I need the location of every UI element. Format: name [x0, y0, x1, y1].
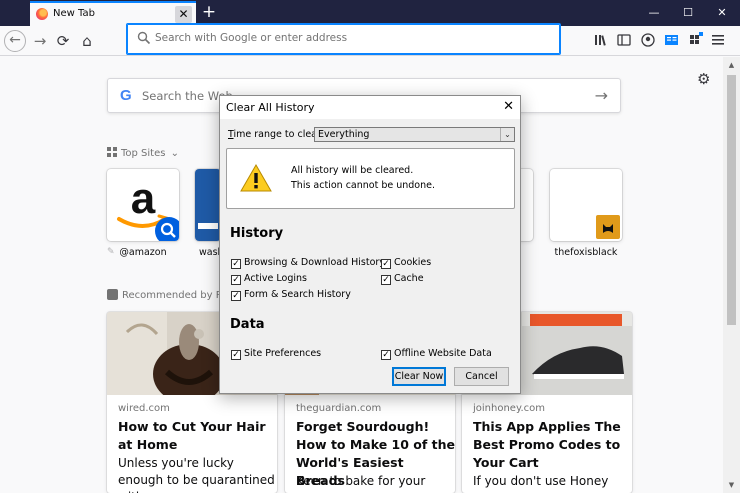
checkbox-browsing-history[interactable]: ✓ Browsing & Download History	[231, 257, 385, 269]
grid-icon	[107, 147, 117, 157]
checkbox[interactable]: ✓	[381, 350, 391, 360]
top-site-label[interactable]: thefoxisblack	[550, 247, 622, 258]
search-submit-icon[interactable]: →	[595, 86, 608, 105]
checkbox-site-preferences[interactable]: ✓ Site Preferences	[231, 348, 321, 360]
time-range-select[interactable]: Everything ⌄	[314, 127, 515, 142]
card-title[interactable]: How to Cut Your Hair at Home	[118, 418, 277, 454]
checkbox[interactable]: ✓	[381, 275, 391, 285]
pocket-icon	[107, 289, 118, 300]
checkbox-label: Active Logins	[244, 273, 307, 284]
scroll-up-icon[interactable]: ▲	[723, 57, 740, 73]
card-excerpt: If you don't use Honey	[473, 474, 609, 488]
url-bar[interactable]: Search with Google or enter address	[126, 23, 561, 55]
url-input[interactable]: Search with Google or enter address	[155, 32, 347, 44]
dialog-title: Clear All History	[226, 101, 315, 114]
warning-icon	[240, 164, 272, 192]
checkbox-cache[interactable]: ✓ Cache	[381, 273, 424, 285]
google-icon: G	[120, 87, 132, 104]
page-scrollbar[interactable]: ▲ ▼	[723, 57, 740, 493]
close-icon[interactable]: ✕	[503, 99, 514, 114]
checkbox-label: Cookies	[394, 257, 432, 268]
search-icon	[137, 31, 151, 45]
cancel-button[interactable]: Cancel	[454, 367, 509, 386]
checkbox[interactable]: ✓	[231, 275, 241, 285]
history-heading: History	[230, 226, 284, 241]
top-site-thefoxisblack[interactable]	[550, 169, 622, 241]
checkbox[interactable]: ✓	[381, 259, 391, 269]
warning-box: All history will be cleared. This action…	[226, 148, 515, 209]
card-source: wired.com	[118, 403, 170, 414]
checkbox-active-logins[interactable]: ✓ Active Logins	[231, 273, 307, 285]
card-source: theguardian.com	[296, 403, 382, 414]
checkbox-label: Site Preferences	[244, 348, 322, 359]
site-screenshot-bar	[198, 223, 218, 229]
top-site-amazon[interactable]: a	[107, 169, 179, 241]
card-excerpt: Unless you're lucky enough to be quarant…	[118, 456, 275, 493]
checkbox-cookies[interactable]: ✓ Cookies	[381, 257, 431, 269]
time-range-value: Everything	[318, 129, 370, 140]
new-tab-button[interactable]: +	[199, 2, 219, 22]
top-sites-heading[interactable]: Top Sites ⌄	[107, 147, 179, 159]
checkbox-label: Cache	[394, 273, 424, 284]
reader-icon[interactable]	[664, 33, 679, 47]
time-range-label-text: ime range to clear:	[233, 129, 324, 140]
data-heading: Data	[230, 317, 265, 332]
forward-button[interactable]: →	[29, 30, 51, 52]
scroll-down-icon[interactable]: ▼	[723, 477, 740, 493]
clear-now-button[interactable]: Clear Now	[392, 367, 446, 386]
minimize-button[interactable]: —	[637, 0, 671, 26]
recommended-label: Recommended by Po	[122, 290, 228, 301]
warning-line-2: This action cannot be undone.	[291, 180, 436, 191]
account-icon[interactable]	[641, 33, 655, 47]
back-button[interactable]: ←	[4, 30, 26, 52]
top-site-label[interactable]: @amazon	[107, 247, 179, 258]
site-screenshot	[195, 169, 221, 241]
checkbox-form-search-history[interactable]: ✓ Form & Search History	[231, 289, 351, 301]
card-title[interactable]: This App Applies The Best Promo Codes to…	[473, 418, 632, 472]
tab-close-icon[interactable]: ✕	[175, 6, 192, 23]
chevron-down-icon[interactable]: ⌄	[171, 148, 179, 159]
checkbox-label: Form & Search History	[244, 289, 351, 300]
checkbox-offline-website-data[interactable]: ✓ Offline Website Data	[381, 348, 492, 360]
library-icon[interactable]	[594, 33, 608, 47]
home-button[interactable]: ⌂	[76, 30, 98, 52]
time-range-label: Time range to clear:	[228, 129, 324, 140]
fox-icon	[596, 215, 620, 239]
top-site-washingtonpost[interactable]	[195, 169, 221, 241]
checkbox[interactable]: ✓	[231, 259, 241, 269]
maximize-button[interactable]: ☐	[671, 0, 705, 26]
svg-text:a: a	[131, 174, 156, 223]
card-excerpt: Keen to bake for your	[296, 474, 426, 488]
warning-line-1: All history will be cleared.	[291, 165, 414, 176]
reload-button[interactable]: ⟳	[52, 30, 74, 52]
chevron-down-icon[interactable]: ⌄	[500, 128, 514, 141]
menu-icon[interactable]	[711, 33, 725, 47]
close-window-button[interactable]: ✕	[705, 0, 739, 26]
clear-history-dialog: Clear All History ✕ Time range to clear:…	[219, 95, 521, 394]
extensions-icon[interactable]	[688, 31, 704, 47]
firefox-icon	[36, 8, 48, 20]
checkbox-label: Browsing & Download History	[244, 257, 385, 268]
amazon-logo-icon: a	[117, 174, 179, 241]
checkbox[interactable]: ✓	[231, 291, 241, 301]
top-sites-label: Top Sites	[121, 148, 166, 159]
checkbox[interactable]: ✓	[231, 350, 241, 360]
sidebar-icon[interactable]	[617, 33, 631, 47]
scroll-thumb[interactable]	[727, 75, 736, 325]
recommended-heading[interactable]: Recommended by Po	[107, 289, 228, 301]
checkbox-label: Offline Website Data	[394, 348, 492, 359]
dialog-titlebar: Clear All History ✕	[220, 96, 520, 119]
card-source: joinhoney.com	[473, 403, 545, 414]
gear-icon[interactable]: ⚙	[697, 70, 710, 88]
tab-title: New Tab	[53, 8, 95, 19]
